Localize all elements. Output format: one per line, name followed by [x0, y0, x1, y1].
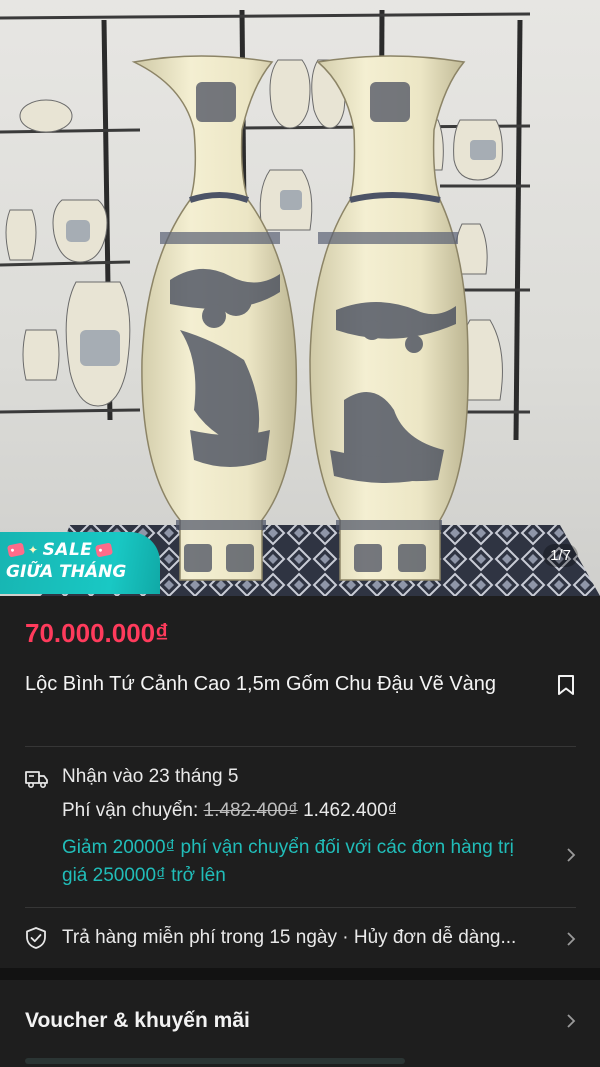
- return-policy-text: Trả hàng miễn phí trong 15 ngày · Hủy đơ…: [62, 927, 517, 948]
- product-title: Lộc Bình Tứ Cảnh Cao 1,5m Gốm Chu Đậu Vẽ…: [25, 673, 497, 695]
- shipping-fee-discounted: 1.462.400₫: [303, 800, 398, 821]
- sparkle-icon: ✦: [28, 543, 39, 557]
- vase-right: [309, 55, 469, 581]
- sale-badge-title: SALE: [42, 540, 93, 560]
- sale-badge-subtitle: GIỮA THÁNG: [6, 562, 127, 582]
- divider: [25, 907, 576, 908]
- delivery-date: Nhận vào 23 tháng 5: [62, 766, 239, 787]
- shipping-fee: Phí vận chuyển: 1.482.400₫ 1.462.400₫: [62, 800, 397, 822]
- divider: [25, 746, 576, 747]
- shipping-info-row[interactable]: Nhận vào 23 tháng 5 Phí vận chuyển: 1.48…: [25, 764, 576, 912]
- image-counter: 1/7: [543, 544, 578, 567]
- section-separator: [0, 968, 600, 980]
- return-policy-row[interactable]: Trả hàng miễn phí trong 15 ngày · Hủy đơ…: [25, 924, 576, 954]
- shipping-promo-text: Giảm 20000₫ phí vận chuyển đối với các đ…: [62, 837, 514, 886]
- voucher-preview: [25, 1058, 405, 1064]
- tag-icon: [6, 542, 26, 558]
- product-image-gallery[interactable]: ✦ SALE GIỮA THÁNG 1/7: [0, 0, 600, 596]
- chevron-right-icon: [567, 932, 576, 946]
- shield-check-icon: [26, 927, 46, 949]
- product-photo: [0, 9, 600, 596]
- shipping-fee-label: Phí vận chuyển:: [62, 800, 204, 821]
- voucher-section-title: Voucher & khuyến mãi: [25, 1009, 250, 1032]
- truck-icon: [25, 771, 48, 788]
- product-info-panel: 70.000.000₫ Lộc Bình Tứ Cảnh Cao 1,5m Gố…: [0, 596, 600, 968]
- chevron-right-icon: [567, 1014, 576, 1028]
- vase-left: [131, 55, 298, 581]
- chevron-right-icon: [567, 848, 576, 862]
- voucher-section[interactable]: Voucher & khuyến mãi: [0, 980, 600, 1067]
- tag-icon: [95, 542, 114, 558]
- bookmark-icon[interactable]: [556, 674, 576, 696]
- product-price: 70.000.000₫: [25, 618, 169, 648]
- sale-badge: ✦ SALE GIỮA THÁNG: [0, 532, 160, 594]
- shipping-fee-original: 1.482.400₫: [203, 800, 298, 821]
